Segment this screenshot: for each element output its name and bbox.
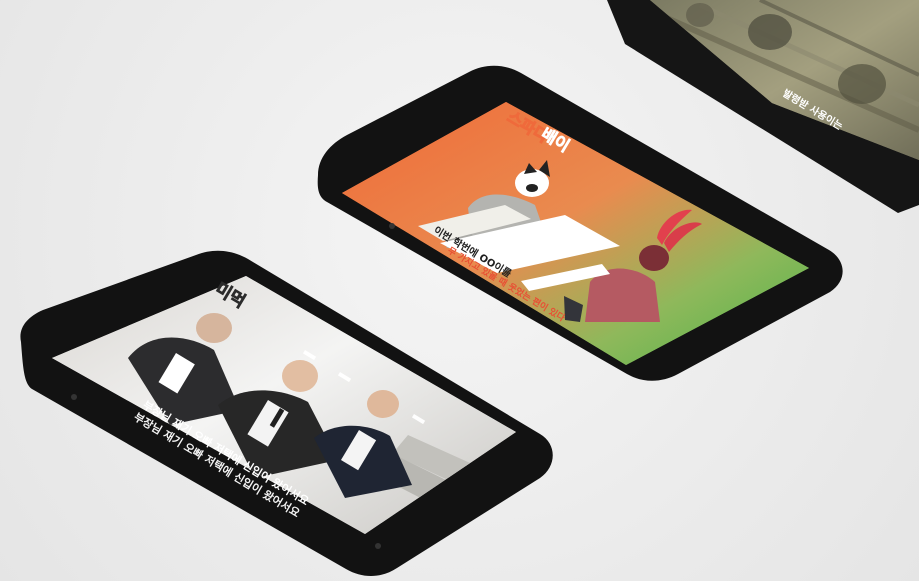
left-earpiece (71, 394, 77, 400)
left-home-indicator (375, 543, 381, 549)
phones-illustration: 발령받 사용이는 스파디 배이 이번 학번에 OO이를 무 가지고 있을 때 웃… (20, 0, 919, 577)
center-earpiece (389, 223, 395, 229)
phone-left: 미먹 부장님 재기 오빠 저택에 신입이 왔어서요 부장님 재기 오빠 저택에 … (20, 250, 553, 577)
phone-mockup-scene: 발령받 사용이는 스파디 배이 이번 학번에 OO이를 무 가지고 있을 때 웃… (0, 0, 919, 581)
